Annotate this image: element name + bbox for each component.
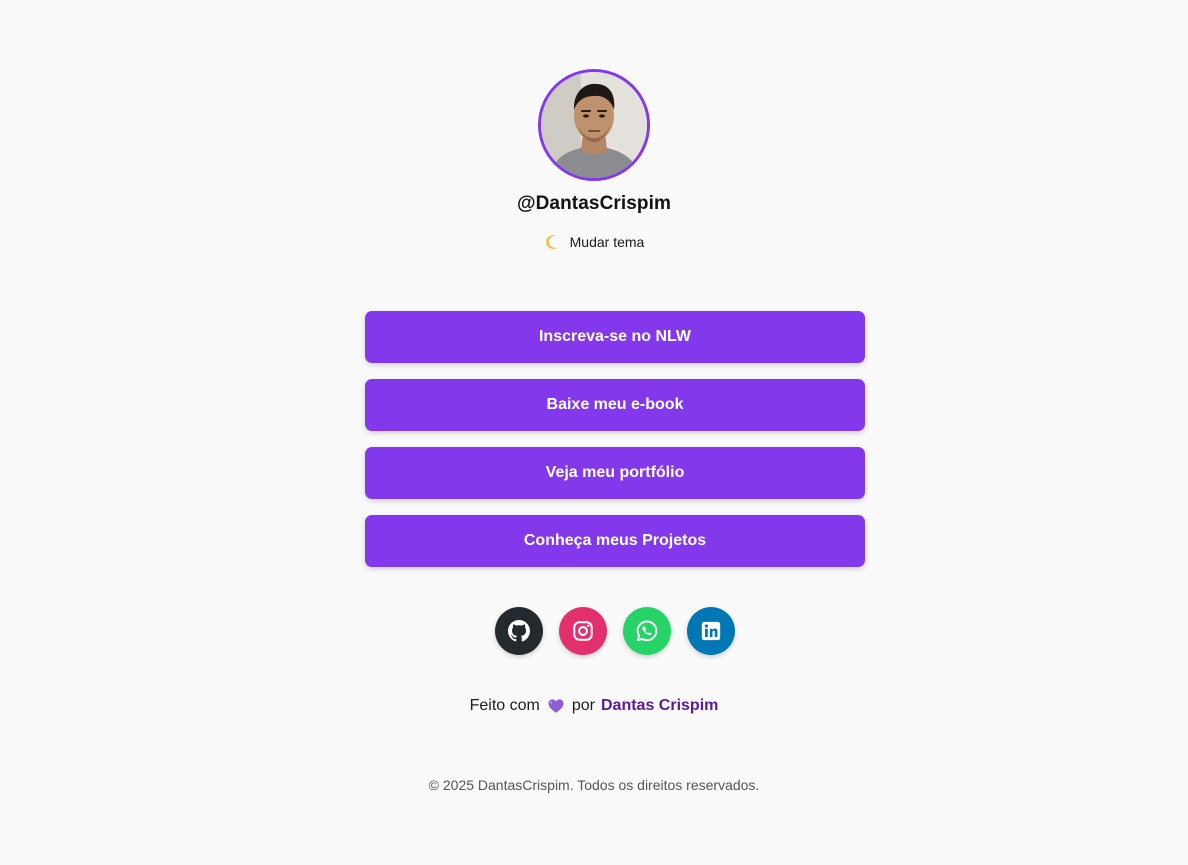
author-link[interactable]: Dantas Crispim [601,696,718,716]
made-with-text: Feito com [469,697,540,714]
link-button-nlw[interactable]: Inscreva-se no NLW [365,311,865,363]
linkedin-button[interactable] [687,607,735,655]
profile-section: @DantasCrispim Mudar tema [0,69,1188,251]
social-links [495,607,735,655]
page: @DantasCrispim Mudar tema Inscreva-se no… [0,0,1188,865]
avatar [538,69,650,181]
links-list: Inscreva-se no NLW Baixe meu e-book Veja… [365,311,865,567]
linkedin-icon [701,621,721,641]
github-icon [508,620,530,642]
copyright-text: © 2025 DantasCrispim. Todos os direitos … [428,777,760,793]
avatar-photo [541,72,647,178]
link-button-projects[interactable]: Conheça meus Projetos [365,515,865,567]
instagram-icon [573,621,593,641]
whatsapp-button[interactable] [623,607,671,655]
link-button-ebook[interactable]: Baixe meu e-book [365,379,865,431]
link-button-portfolio[interactable]: Veja meu portfólio [365,447,865,499]
instagram-button[interactable] [559,607,607,655]
github-button[interactable] [495,607,543,655]
username: @DantasCrispim [516,193,672,214]
theme-toggle-label: Mudar tema [569,234,645,250]
theme-toggle-button[interactable]: Mudar tema [544,233,645,251]
whatsapp-icon [636,620,658,642]
moon-icon [544,234,560,250]
by-text: por [571,697,595,714]
purple-heart-icon [547,697,565,715]
footer-credit: Feito com por Dantas Crispim [0,696,1188,716]
